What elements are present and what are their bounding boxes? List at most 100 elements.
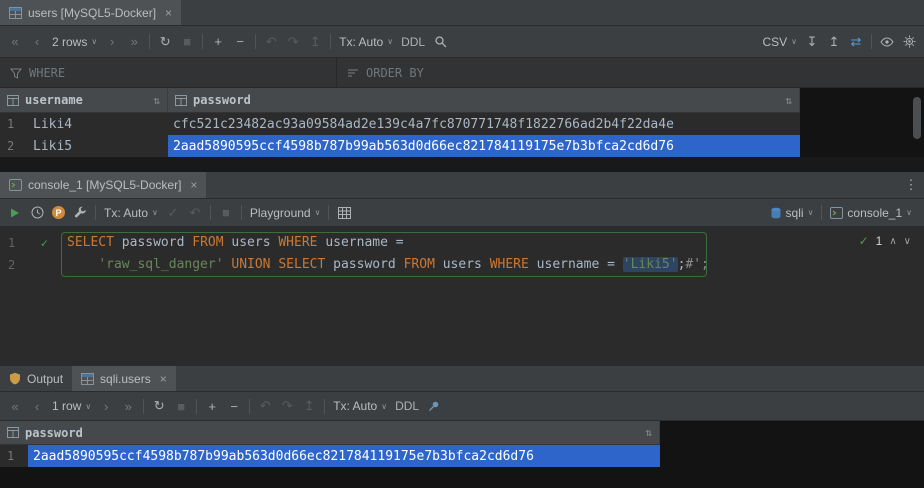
column-header-password[interactable]: password ⇅ (0, 421, 660, 444)
page-size-dropdown[interactable]: 1 row ∨ (52, 399, 91, 413)
toolbar-separator (324, 399, 325, 414)
cell-username[interactable]: Liki5 (28, 135, 168, 157)
sort-icon[interactable]: ⇅ (785, 94, 792, 107)
first-page-button[interactable]: « (8, 396, 22, 416)
next-page-button[interactable]: › (99, 396, 113, 416)
page-size-dropdown[interactable]: 2 rows ∨ (52, 35, 97, 49)
close-icon[interactable]: × (165, 6, 172, 20)
cell-password-selected[interactable]: 2aad5890595ccf4598b787b99ab563d0d66ec821… (168, 135, 800, 157)
toolbar-separator (149, 34, 150, 49)
navigate-up-icon[interactable]: ∧ (889, 236, 896, 247)
pin-icon[interactable] (427, 396, 441, 416)
success-check-icon: ✓ (859, 234, 869, 248)
undo-button[interactable]: ↶ (258, 396, 272, 416)
tab-sqli-users[interactable]: sqli.users × (72, 366, 176, 391)
search-icon[interactable] (433, 32, 447, 52)
wrench-icon[interactable] (73, 203, 87, 223)
ddl-button[interactable]: DDL (395, 396, 419, 416)
sql-text: password (325, 257, 403, 272)
submit-button[interactable]: ↥ (308, 32, 322, 52)
database-dropdown[interactable]: sqli ∨ (770, 206, 814, 220)
undo-button[interactable]: ↶ (264, 32, 278, 52)
chevron-down-icon: ∨ (85, 402, 91, 411)
delete-row-button[interactable]: − (233, 32, 247, 52)
close-icon[interactable]: × (160, 372, 167, 386)
column-icon (7, 95, 19, 106)
stop-button[interactable]: ■ (180, 32, 194, 52)
column-header-password[interactable]: password ⇅ (168, 88, 800, 112)
delete-row-button[interactable]: − (227, 396, 241, 416)
sql-editor[interactable]: 1 ✓ SELECT password FROM users WHERE use… (0, 227, 924, 365)
console-session-dropdown[interactable]: console_1 ∨ (830, 206, 912, 220)
close-icon[interactable]: × (190, 178, 197, 192)
cell-password-selected[interactable]: 2aad5890595ccf4598b787b99ab563d0d66ec821… (28, 445, 660, 467)
vertical-scrollbar[interactable] (913, 97, 921, 139)
last-page-button[interactable]: » (127, 32, 141, 52)
previous-page-button[interactable]: ‹ (30, 396, 44, 416)
stop-button[interactable]: ■ (219, 203, 233, 223)
funnel-icon (10, 67, 22, 79)
commit-button[interactable]: ✓ (166, 203, 180, 223)
export-format-dropdown[interactable]: CSV ∨ (762, 35, 797, 49)
rows-count-label: 1 row (52, 399, 81, 413)
chevron-down-icon: ∨ (791, 37, 797, 46)
first-page-button[interactable]: « (8, 32, 22, 52)
console-icon (9, 179, 22, 191)
last-page-button[interactable]: » (121, 396, 135, 416)
line-number: 1 (8, 236, 15, 250)
table-icon (9, 7, 22, 19)
code-line[interactable]: 'raw_sql_danger' UNION SELECT password F… (58, 254, 709, 276)
line-number-gutter[interactable]: 2 (0, 254, 58, 276)
code-line[interactable]: SELECT password FROM users WHERE usernam… (58, 232, 404, 254)
tab-users-table[interactable]: users [MySQL5-Docker] × (0, 0, 181, 25)
where-filter-field[interactable]: WHERE (0, 58, 336, 87)
history-icon[interactable] (30, 203, 44, 223)
next-page-button[interactable]: › (105, 32, 119, 52)
tab-output[interactable]: Output (0, 366, 72, 391)
gear-icon[interactable] (902, 32, 916, 52)
tx-mode-dropdown[interactable]: Tx: Auto ∨ (104, 206, 158, 220)
row-number: 1 (0, 113, 28, 135)
playground-dropdown[interactable]: Playground ∨ (250, 206, 321, 220)
result-count: 1 (876, 234, 883, 248)
toolbar-separator (255, 34, 256, 49)
chevron-down-icon: ∨ (315, 208, 321, 217)
line-number-gutter[interactable]: 1 ✓ (0, 232, 58, 254)
rollback-button[interactable]: ↶ (188, 203, 202, 223)
navigate-down-icon[interactable]: ∨ (904, 236, 911, 247)
parameters-icon[interactable]: P (52, 206, 65, 219)
submit-button[interactable]: ↥ (302, 396, 316, 416)
result-navigation: ✓ 1 ∧ ∨ (859, 234, 911, 248)
export-data-icon[interactable]: ↧ (805, 32, 819, 52)
import-data-icon[interactable]: ↥ (827, 32, 841, 52)
add-row-button[interactable]: + (205, 396, 219, 416)
previous-page-button[interactable]: ‹ (30, 32, 44, 52)
toolbar-separator (821, 205, 822, 220)
add-row-button[interactable]: + (211, 32, 225, 52)
refresh-button[interactable]: ↻ (152, 396, 166, 416)
order-by-filter-field[interactable]: ORDER BY (337, 58, 434, 87)
more-options-icon[interactable]: ⋮ (904, 175, 918, 195)
stop-button[interactable]: ■ (174, 396, 188, 416)
cell-username[interactable]: Liki4 (28, 113, 168, 135)
redo-button[interactable]: ↷ (280, 396, 294, 416)
chevron-down-icon: ∨ (381, 402, 387, 411)
console-tab-bar: console_1 [MySQL5-Docker] × ⋮ (0, 172, 924, 199)
tx-mode-dropdown[interactable]: Tx: Auto ∨ (333, 399, 387, 413)
tx-mode-dropdown[interactable]: Tx: Auto ∨ (339, 35, 393, 49)
view-as-table-icon[interactable] (337, 203, 351, 223)
column-header-username[interactable]: username ⇅ (0, 88, 168, 112)
sort-icon[interactable]: ⇅ (645, 426, 652, 439)
redo-button[interactable]: ↷ (286, 32, 300, 52)
compare-data-icon[interactable]: ⇄ (849, 32, 863, 52)
ddl-button[interactable]: DDL (401, 32, 425, 52)
eye-icon[interactable] (880, 32, 894, 52)
sql-keyword: SELECT (67, 235, 114, 250)
toolbar-separator (210, 205, 211, 220)
cell-password[interactable]: cfc521c23482ac93a09584ad2e139c4a7fc87077… (168, 113, 800, 135)
row-number: 1 (0, 445, 28, 467)
sort-icon[interactable]: ⇅ (153, 94, 160, 107)
refresh-button[interactable]: ↻ (158, 32, 172, 52)
tab-console-1[interactable]: console_1 [MySQL5-Docker] × (0, 172, 206, 198)
run-button[interactable] (8, 203, 22, 223)
